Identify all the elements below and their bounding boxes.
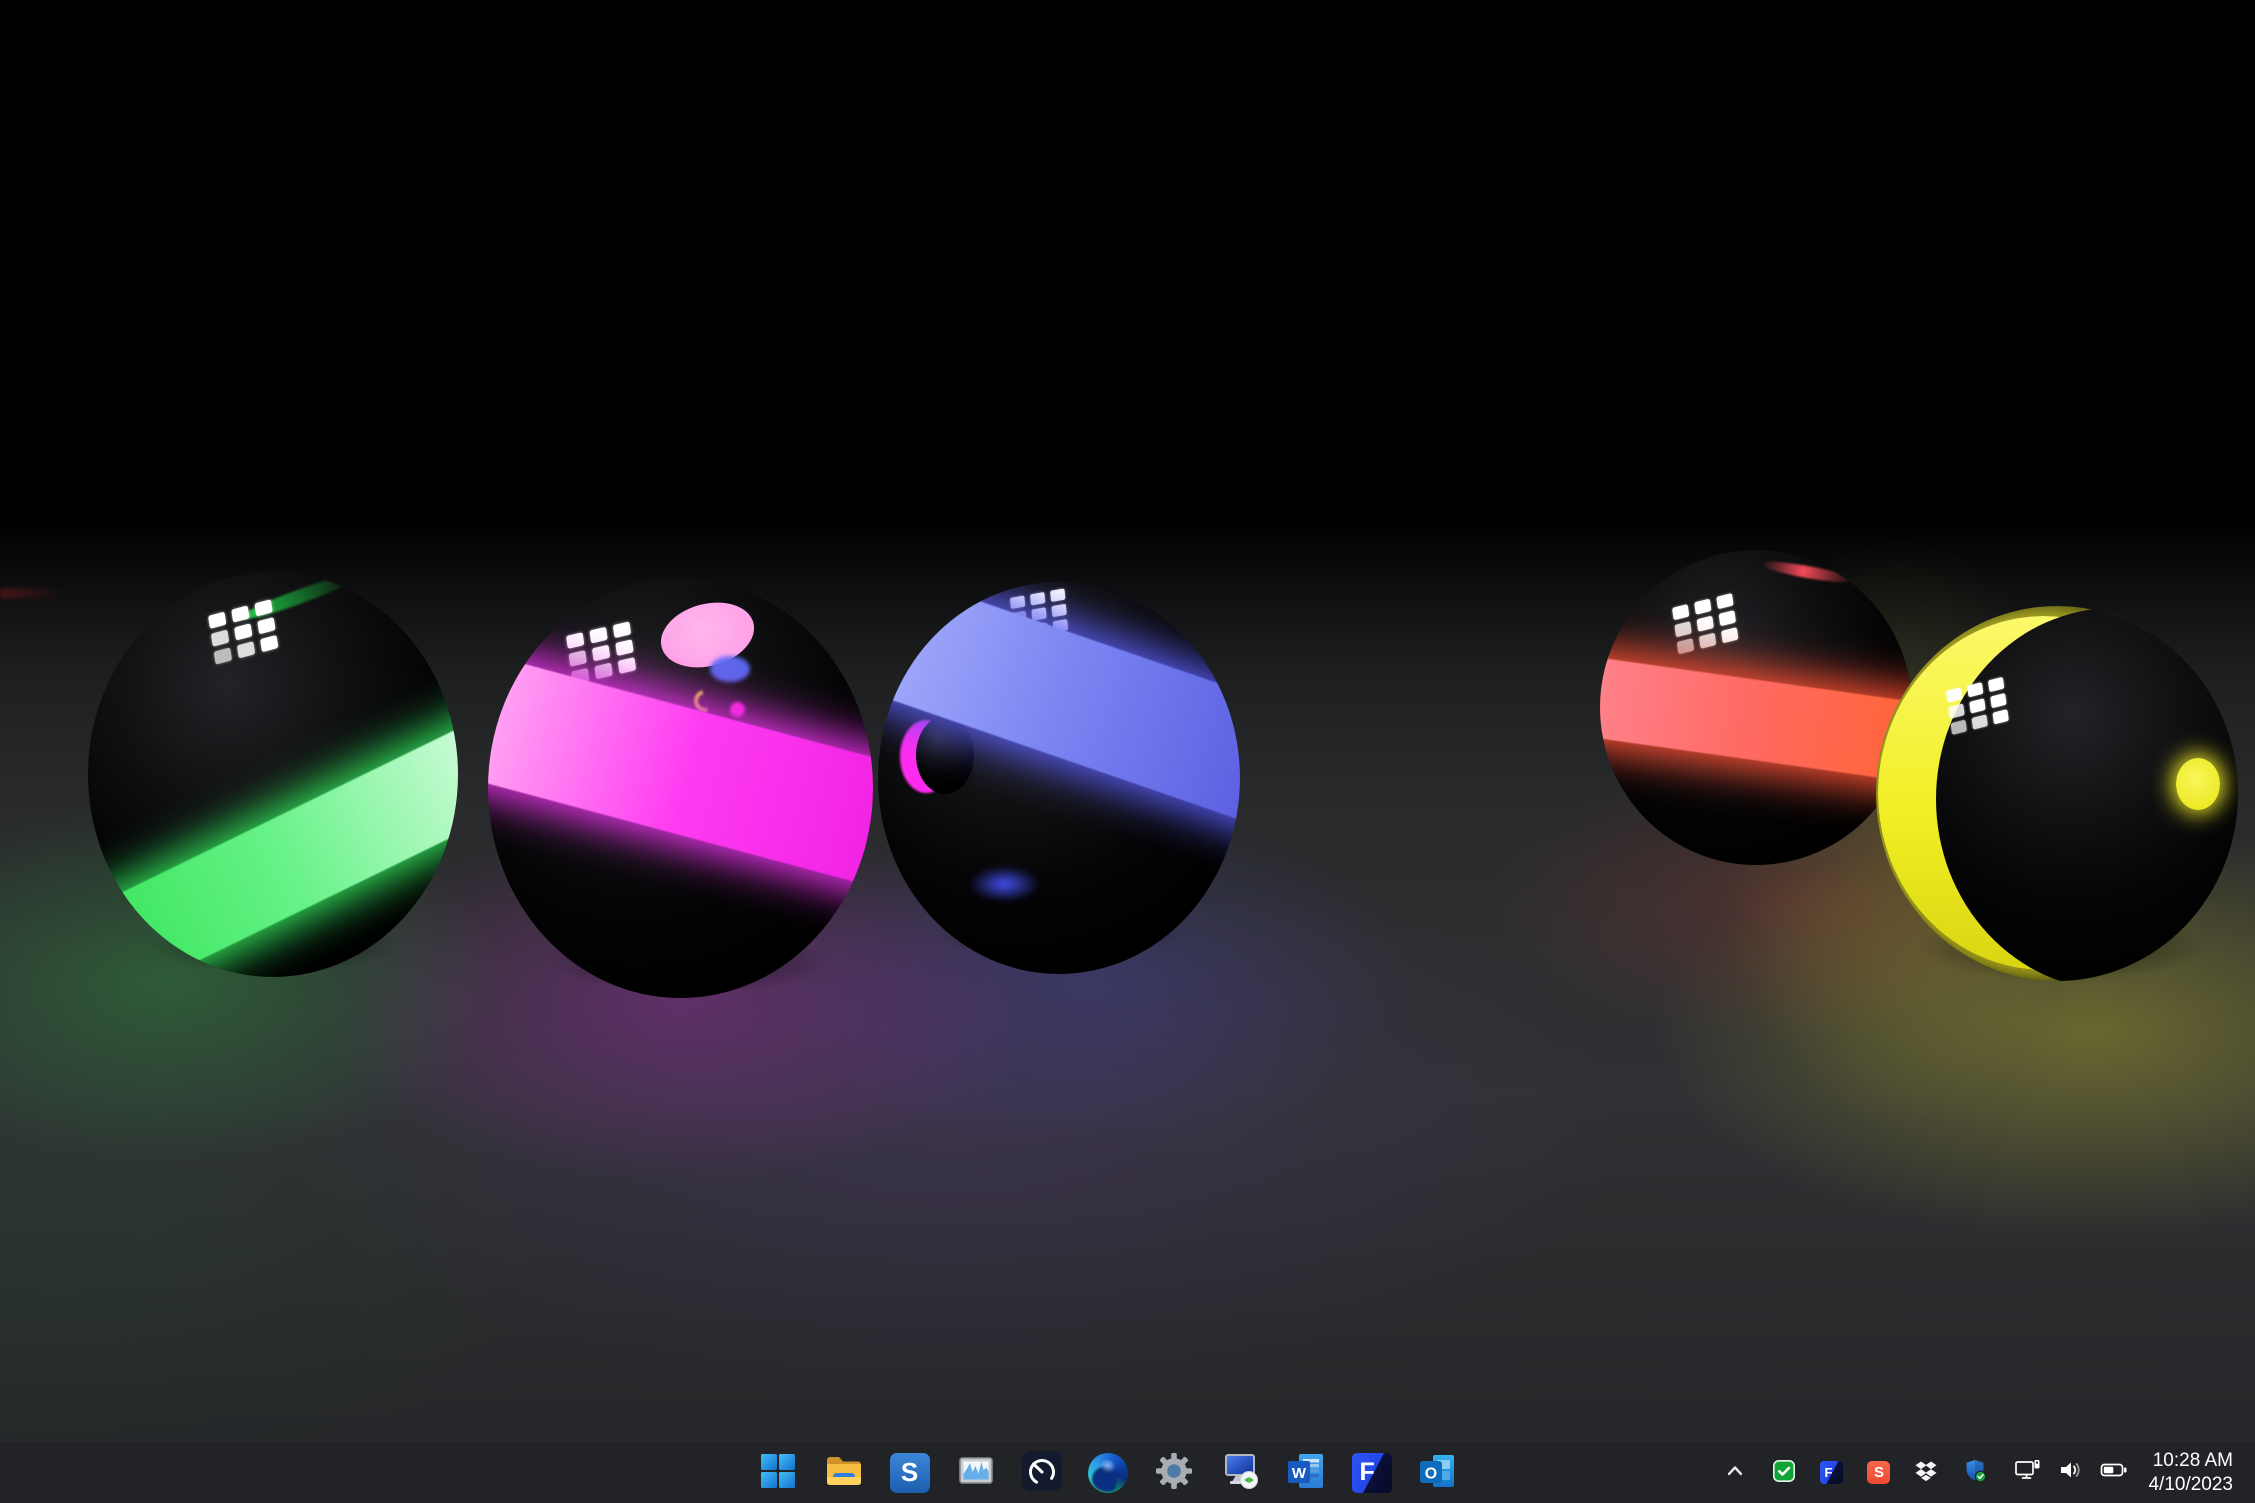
outlook-button[interactable]: O [1415, 1450, 1461, 1496]
f-app-tray-icon: F [1820, 1461, 1843, 1484]
system-status-cluster[interactable] [2012, 1453, 2130, 1492]
svg-text:O: O [1424, 1466, 1436, 1483]
gear-icon [1154, 1451, 1194, 1494]
reflection-blob [710, 656, 750, 682]
battery-icon [2100, 1457, 2128, 1488]
volume-icon [2058, 1457, 2084, 1488]
speedtest-gauge-icon [1022, 1451, 1062, 1494]
tray-f-app-button[interactable]: F [1820, 1461, 1843, 1484]
remote-desktop-icon [1220, 1451, 1260, 1494]
file-explorer-button[interactable] [821, 1450, 867, 1496]
wallpaper-ball-red [1600, 550, 1912, 865]
wallpaper-ball-yellow [1876, 606, 2238, 981]
window-reflection [1672, 593, 1738, 654]
task-manager-button[interactable] [953, 1450, 999, 1496]
word-icon: W [1286, 1451, 1326, 1494]
f-app-button[interactable]: F [1349, 1450, 1395, 1496]
wallpaper-ball-green [88, 572, 458, 977]
snagit-icon: S [890, 1453, 930, 1493]
tray-green-check-button[interactable] [1772, 1459, 1796, 1486]
yellow-dot [2176, 758, 2220, 810]
f-app-letter: F [1360, 1458, 1375, 1487]
f-tray-letter: F [1824, 1465, 1832, 1480]
rim-light [1760, 558, 1856, 586]
neon-band-red [1600, 653, 1912, 791]
start-button[interactable] [755, 1450, 801, 1496]
edge-button[interactable] [1085, 1450, 1131, 1496]
window-reflection [566, 621, 636, 684]
wallpaper-reflection-streak [0, 588, 64, 598]
window-reflection [208, 599, 278, 664]
wallpaper-ball-blue [878, 582, 1240, 974]
reflection-dot [730, 702, 745, 717]
remote-desktop-button[interactable] [1217, 1450, 1263, 1496]
settings-button[interactable] [1151, 1450, 1197, 1496]
snagit-tray-letter: S [1874, 1464, 1884, 1481]
desktop-screen: S [0, 0, 2255, 1503]
green-check-icon [1772, 1459, 1796, 1486]
snagit-letter: S [901, 1457, 918, 1488]
desktop-wallpaper[interactable] [0, 0, 2255, 1440]
outlook-icon: O [1418, 1451, 1458, 1494]
windows-start-icon [759, 1452, 797, 1493]
tray-snagit-button[interactable]: S [1867, 1461, 1890, 1484]
clock-time: 10:28 AM [2153, 1449, 2233, 1473]
tray-chevron-button[interactable] [1722, 1458, 1748, 1487]
folder-icon [824, 1451, 864, 1494]
word-button[interactable]: W [1283, 1450, 1329, 1496]
snagit-tray-icon: S [1867, 1461, 1890, 1484]
taskbar-clock[interactable]: 10:28 AM 4/10/2023 [2148, 1449, 2233, 1497]
edge-browser-icon [1088, 1453, 1128, 1493]
reflection-mask [916, 716, 974, 794]
security-shield-icon [1962, 1458, 1988, 1487]
task-manager-icon [956, 1451, 996, 1494]
wallpaper-ball-magenta [488, 578, 873, 998]
taskbar: S [0, 1440, 2255, 1503]
tray-dropbox-button[interactable] [1914, 1459, 1938, 1486]
snagit-button[interactable]: S [887, 1450, 933, 1496]
speedtest-button[interactable] [1019, 1450, 1065, 1496]
clock-date: 4/10/2023 [2148, 1473, 2233, 1497]
neon-band-magenta [488, 640, 873, 921]
network-display-icon [2014, 1457, 2042, 1488]
tray-windows-security-button[interactable] [1962, 1458, 1988, 1487]
taskbar-app-icons: S [755, 1441, 1461, 1503]
bottom-glow [957, 860, 1052, 908]
system-tray: F S [1722, 1441, 2255, 1503]
chevron-up-icon [1722, 1458, 1748, 1487]
svg-text:W: W [1291, 1465, 1306, 1482]
dropbox-icon [1914, 1459, 1938, 1486]
f-app-icon: F [1352, 1453, 1392, 1493]
